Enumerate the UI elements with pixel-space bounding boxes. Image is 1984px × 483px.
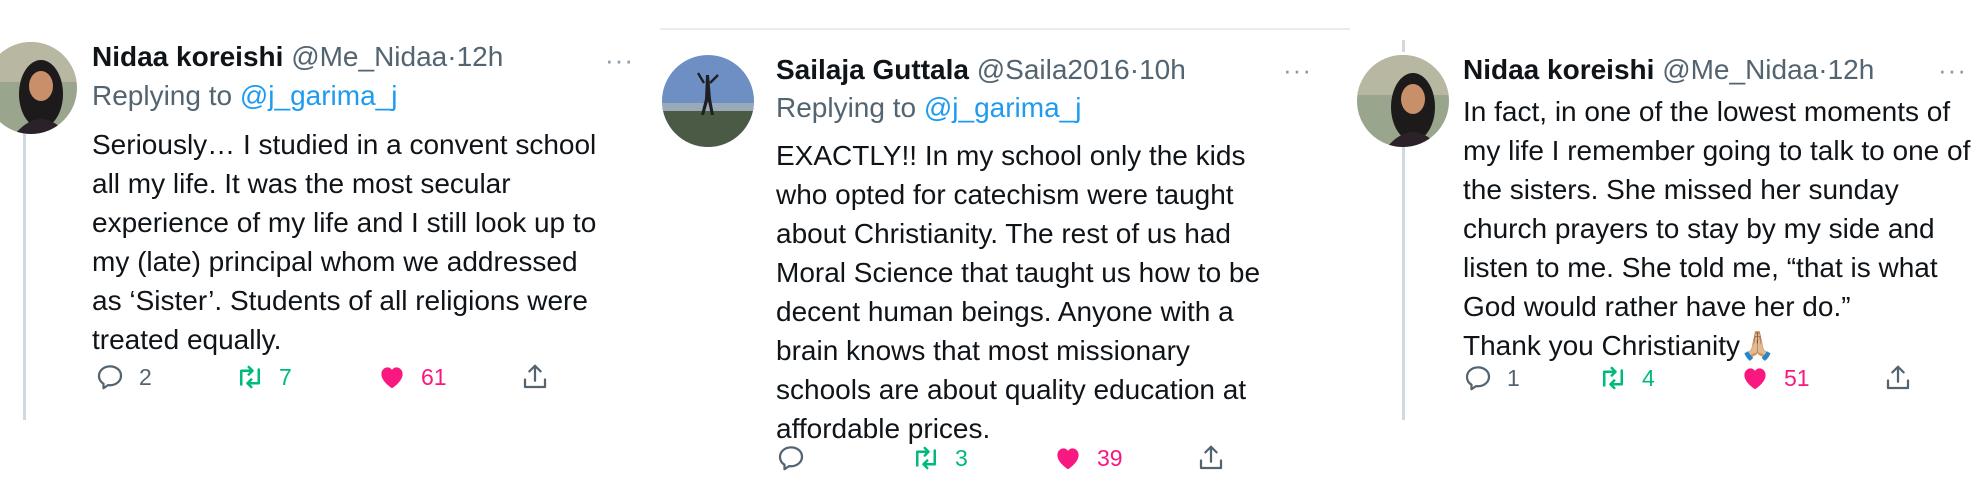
like-count: 61 [421, 363, 447, 390]
share-button[interactable] [1883, 363, 1927, 393]
timestamp[interactable]: 12h [1828, 54, 1875, 85]
tweet-header: Nidaa koreishi @Me_Nidaa·12h [92, 40, 503, 74]
share-icon [1199, 445, 1223, 470]
action-bar: 3 39 [776, 443, 1236, 483]
mention-link[interactable]: @j_garima_j [240, 80, 398, 111]
replying-to-label: Replying to [776, 92, 917, 123]
avatar-image [1357, 55, 1449, 147]
avatar-image [662, 55, 754, 147]
avatar[interactable] [662, 55, 754, 147]
display-name[interactable]: Nidaa koreishi [92, 41, 283, 72]
replying-to: Replying to @j_garima_j [776, 91, 1081, 125]
tweet-text-line: my life I remember going to talk to one … [1463, 135, 1971, 166]
tweet-1[interactable]: Nidaa koreishi @Me_Nidaa·12h ··· Replyin… [0, 0, 640, 483]
retweet-button[interactable]: 3 [911, 443, 968, 473]
more-options-icon[interactable]: ··· [605, 47, 634, 73]
replying-to: Replying to @j_garima_j [92, 79, 397, 113]
tweet-text-line: who opted for catechism were taught [776, 179, 1234, 210]
tweet-text-line: God would rather have her do.” [1463, 291, 1851, 322]
retweet-button[interactable]: 4 [1598, 363, 1655, 393]
reply-count: 1 [1507, 364, 1520, 391]
user-handle[interactable]: @Saila2016 [977, 54, 1130, 85]
tweet-text-line: about Christianity. The rest of us had [776, 218, 1231, 249]
share-icon [1886, 365, 1910, 390]
heart-icon [1744, 368, 1766, 390]
tweet-text-line: EXACTLY!! In my school only the kids [776, 140, 1246, 171]
tweet-text-line: Thank you Christianity🙏🏼 [1463, 330, 1775, 361]
share-button[interactable] [1196, 443, 1240, 473]
like-count: 39 [1097, 444, 1123, 471]
more-options-icon[interactable]: ··· [1283, 57, 1312, 83]
reply-button[interactable]: 1 [1463, 363, 1520, 393]
tweet-text-line: experience of my life and I still look u… [92, 207, 597, 238]
like-button[interactable]: 51 [1740, 363, 1810, 393]
reply-button[interactable] [776, 443, 820, 473]
tweet-text-line: In fact, in one of the lowest moments of [1463, 96, 1951, 127]
tweet-text-line: all my life. It was the most secular [92, 168, 511, 199]
separator-dot: · [447, 41, 457, 72]
tweet-text-line: the sisters. She missed her sunday [1463, 174, 1899, 205]
replying-to-label: Replying to [92, 80, 233, 111]
tweet-text-line: schools are about quality education at [776, 374, 1247, 405]
user-handle[interactable]: @Me_Nidaa [1662, 54, 1818, 85]
avatar[interactable] [1357, 55, 1449, 147]
thread-line [1402, 40, 1405, 52]
share-icon [523, 364, 547, 389]
tweet-text-line: decent human beings. Anyone with a [776, 296, 1234, 327]
retweet-button[interactable]: 7 [235, 362, 292, 392]
user-handle[interactable]: @Me_Nidaa [291, 41, 447, 72]
tweet-text-line: church prayers to stay by my side and [1463, 213, 1935, 244]
reply-icon [778, 446, 804, 471]
reply-button[interactable]: 2 [95, 362, 152, 392]
action-bar: 2 7 61 [95, 362, 565, 402]
separator-dot: · [1818, 54, 1828, 85]
tweet-2[interactable]: Sailaja Guttala @Saila2016·10h ··· Reply… [660, 0, 1350, 483]
reply-icon [1465, 366, 1491, 391]
tweet-text: EXACTLY!! In my school only the kids who… [776, 136, 1260, 448]
timestamp[interactable]: 10h [1139, 54, 1186, 85]
tweet-text-line: treated equally. [92, 324, 282, 355]
tweet-text: In fact, in one of the lowest moments of… [1463, 92, 1970, 365]
avatar[interactable] [0, 42, 77, 134]
tweet-3[interactable]: Nidaa koreishi @Me_Nidaa·12h ··· In fact… [1357, 0, 1984, 483]
share-button[interactable] [520, 362, 564, 392]
more-options-icon[interactable]: ··· [1938, 57, 1967, 83]
mention-link[interactable]: @j_garima_j [924, 92, 1082, 123]
display-name[interactable]: Nidaa koreishi [1463, 54, 1654, 85]
reply-count: 2 [139, 363, 152, 390]
like-button[interactable]: 39 [1053, 443, 1123, 473]
heart-icon [1057, 448, 1079, 470]
like-count: 51 [1784, 364, 1810, 391]
action-bar: 1 4 51 [1463, 363, 1923, 403]
retweet-icon [1603, 366, 1623, 390]
tweet-header: Nidaa koreishi @Me_Nidaa·12h [1463, 53, 1874, 87]
retweet-count: 4 [1642, 364, 1655, 391]
like-button[interactable]: 61 [377, 362, 447, 392]
tweet-text-line: brain knows that most missionary [776, 335, 1190, 366]
tweet-text-line: as ‘Sister’. Students of all religions w… [92, 285, 588, 316]
timestamp[interactable]: 12h [457, 41, 504, 72]
tweet-text: Seriously… I studied in a convent school… [92, 125, 596, 359]
tweet-text-line: my (late) principal whom we addressed [92, 246, 578, 277]
separator-dot: · [1129, 54, 1140, 85]
retweet-count: 3 [955, 444, 968, 471]
retweet-icon [240, 365, 260, 389]
display-name[interactable]: Sailaja Guttala [776, 54, 969, 85]
heart-icon [381, 367, 403, 389]
avatar-image [0, 42, 77, 134]
thread-line [1402, 145, 1405, 420]
thread-line [23, 130, 26, 420]
retweet-count: 7 [279, 363, 292, 390]
tweet-text-line: Moral Science that taught us how to be [776, 257, 1261, 288]
retweet-icon [916, 446, 936, 470]
tweet-text-line: Seriously… I studied in a convent school [92, 129, 597, 160]
tweet-header: Sailaja Guttala @Saila2016·10h [776, 53, 1186, 87]
reply-icon [97, 365, 123, 390]
tweet-text-line: listen to me. She told me, “that is what [1463, 252, 1938, 283]
